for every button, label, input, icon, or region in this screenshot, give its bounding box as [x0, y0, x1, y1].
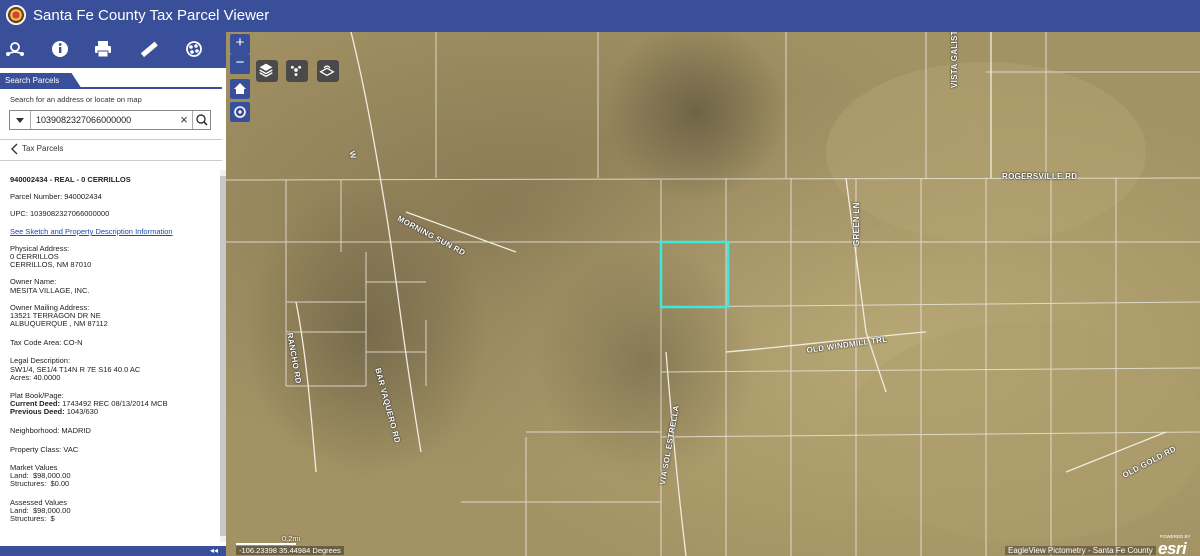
- tab-search-parcels[interactable]: Search Parcels: [0, 73, 82, 88]
- tax-code-label: Tax Code Area:: [10, 338, 62, 347]
- locate-button[interactable]: [230, 102, 250, 122]
- search-hint: Search for an address or locate on map: [10, 95, 142, 104]
- aerial-imagery: [226, 32, 1200, 556]
- neighborhood-label: Neighborhood:: [10, 426, 60, 435]
- property-class-value: VAC: [63, 445, 79, 454]
- road-label-green-ln: GREEN LN: [852, 202, 861, 246]
- collapse-panel-icon[interactable]: ◂◂: [210, 546, 218, 556]
- zoom-in-button[interactable]: +: [230, 34, 250, 54]
- owner-name-label: Owner Name:: [10, 277, 57, 286]
- zoom-out-button[interactable]: −: [230, 54, 250, 74]
- parcel-number-row: Parcel Number: 940002434: [10, 192, 102, 201]
- basemap-gallery-icon: [319, 65, 335, 77]
- parcel-heading: 940002434 - REAL - 0 CERRILLOS: [10, 175, 131, 184]
- route-icon[interactable]: [2, 37, 28, 61]
- print-icon[interactable]: [90, 37, 116, 61]
- left-panel: Search Parcels Search for an address or …: [0, 32, 226, 556]
- measure-icon[interactable]: [136, 37, 162, 61]
- home-icon: [234, 83, 246, 94]
- property-class-row: Property Class: VAC: [10, 445, 78, 454]
- previous-deed-value: 1043/630: [66, 407, 98, 416]
- basemap-gallery-button[interactable]: [317, 60, 339, 82]
- assessed-structures-label: Structures:: [10, 514, 47, 523]
- scale-bar: [236, 543, 296, 545]
- layers-icon: [259, 63, 273, 78]
- search-source-dropdown[interactable]: [10, 111, 31, 129]
- upc-label: UPC:: [10, 209, 28, 218]
- previous-deed-row: Previous Deed: 1043/630: [10, 407, 98, 416]
- tax-code-row: Tax Code Area: CO-N: [10, 338, 83, 347]
- legend-icon: [290, 65, 302, 76]
- search-icon: [196, 114, 208, 126]
- upc-row: UPC: 1039082327066000000: [10, 209, 109, 218]
- legal-label: Legal Description:: [10, 356, 71, 365]
- physical-address-line2: CERRILLOS, NM 87010: [10, 260, 92, 269]
- map-attribution: EagleView Pictometry - Santa Fe County: [1005, 546, 1156, 555]
- results-header[interactable]: Tax Parcels: [0, 139, 222, 161]
- layers-button[interactable]: [256, 60, 278, 82]
- neighborhood-value: MADRID: [61, 426, 91, 435]
- property-class-label: Property Class:: [10, 445, 62, 454]
- upc-value: 1039082327066000000: [30, 209, 110, 218]
- scale-bar-label: 0.2mi: [282, 534, 301, 543]
- market-structures-value: $0.00: [50, 479, 70, 488]
- results-title: Tax Parcels: [22, 144, 64, 153]
- parcel-details: 940002434 - REAL - 0 CERRILLOS Parcel Nu…: [0, 160, 220, 538]
- road-label-vista-galisteo: VISTA GALISTEO: [950, 32, 959, 88]
- panel-tabs: Search Parcels: [0, 68, 226, 89]
- previous-deed-label: Previous Deed:: [10, 407, 65, 416]
- toolbar: [0, 32, 226, 68]
- acres-label: Acres:: [10, 373, 32, 382]
- sketch-link[interactable]: See Sketch and Property Description Info…: [10, 227, 173, 236]
- coordinate-readout: -106.23398 35.44984 Degrees: [236, 546, 344, 555]
- map-view[interactable]: + − ROGERSVILLE RD VISTA GALISTEO MORNIN…: [226, 32, 1200, 556]
- market-structures-label: Structures:: [10, 479, 47, 488]
- app-title: Santa Fe County Tax Parcel Viewer: [33, 7, 270, 24]
- owner-mailing-line2: ALBUQUERQUE , NM 87112: [10, 319, 108, 328]
- caret-down-icon: [16, 118, 24, 123]
- panel-footer: ◂◂: [0, 546, 226, 556]
- road-label-rogersville: ROGERSVILLE RD: [1002, 172, 1078, 181]
- chevron-left-icon[interactable]: [10, 143, 20, 155]
- search-input[interactable]: [36, 113, 176, 127]
- legend-button[interactable]: [286, 60, 308, 82]
- owner-name-value: MESITA VILLAGE, INC.: [10, 286, 90, 295]
- app-header: Santa Fe County Tax Parcel Viewer: [0, 0, 1200, 32]
- parcel-number-label: Parcel Number:: [10, 192, 63, 201]
- tax-code-value: CO-N: [63, 338, 83, 347]
- acres-row: Acres: 40.0000: [10, 373, 60, 382]
- assessed-structures-value: $: [50, 514, 55, 523]
- search-box: ×: [9, 110, 211, 130]
- locate-icon: [234, 106, 246, 118]
- basemap-icon[interactable]: [181, 37, 207, 61]
- search-button[interactable]: [192, 111, 211, 129]
- info-icon[interactable]: [47, 37, 73, 61]
- assessed-structures-row: Structures: $: [10, 514, 55, 523]
- search-section: Search for an address or locate on map ×: [0, 89, 222, 139]
- market-structures-row: Structures: $0.00: [10, 479, 69, 488]
- esri-logo: esri: [1158, 539, 1187, 556]
- parcel-number-value: 940002434: [64, 192, 102, 201]
- home-button[interactable]: [230, 79, 250, 99]
- county-seal-logo: [6, 5, 26, 25]
- acres-value: 40.0000: [33, 373, 61, 382]
- neighborhood-row: Neighborhood: MADRID: [10, 426, 91, 435]
- clear-search-icon[interactable]: ×: [176, 111, 192, 129]
